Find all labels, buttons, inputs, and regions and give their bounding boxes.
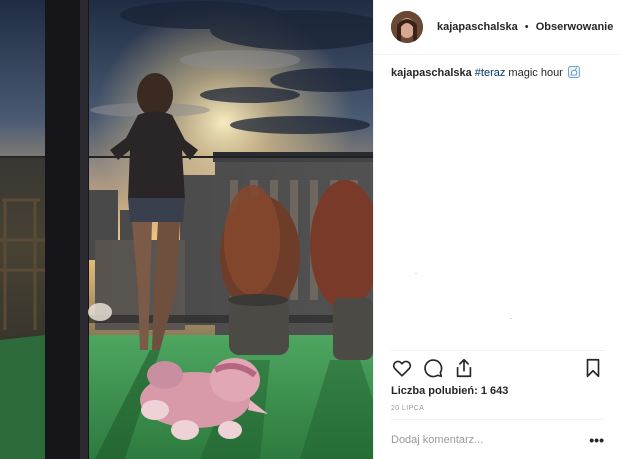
divider xyxy=(391,350,604,351)
post-username[interactable]: kajapaschalska xyxy=(437,21,518,33)
avatar-image xyxy=(391,11,423,43)
scratch-mark xyxy=(415,273,417,274)
unicorn-emoji-icon xyxy=(567,66,580,78)
action-bar xyxy=(391,357,604,381)
separator-dot: • xyxy=(524,21,529,33)
divider xyxy=(391,419,604,420)
share-icon[interactable] xyxy=(453,357,475,379)
likes-count[interactable]: Liczba polubień: 1 643 xyxy=(391,385,508,397)
post-date[interactable]: 20 LIPCA xyxy=(391,405,424,412)
more-options-button[interactable]: ••• xyxy=(589,433,604,447)
post-caption: kajapaschalska #teraz magic hour xyxy=(391,66,611,80)
avatar[interactable] xyxy=(391,11,423,43)
header-text: kajapaschalska • Obserwowanie xyxy=(437,21,613,33)
caption-text: magic hour xyxy=(505,67,563,79)
post-photo[interactable] xyxy=(0,0,373,459)
caption-username[interactable]: kajapaschalska xyxy=(391,67,472,79)
scratch-mark xyxy=(510,318,512,319)
post-sidebar: kajapaschalska • Obserwowanie kajapascha… xyxy=(373,0,620,459)
comment-input[interactable] xyxy=(391,434,571,446)
comment-icon[interactable] xyxy=(422,357,444,379)
follow-status-button[interactable]: Obserwowanie xyxy=(536,21,614,33)
bookmark-icon[interactable] xyxy=(582,357,604,379)
caption-hashtag[interactable]: #teraz xyxy=(475,67,506,79)
photo-scene xyxy=(0,0,373,459)
heart-icon[interactable] xyxy=(391,357,413,379)
post-header: kajapaschalska • Obserwowanie xyxy=(374,0,620,55)
comment-box: ••• xyxy=(391,428,604,452)
